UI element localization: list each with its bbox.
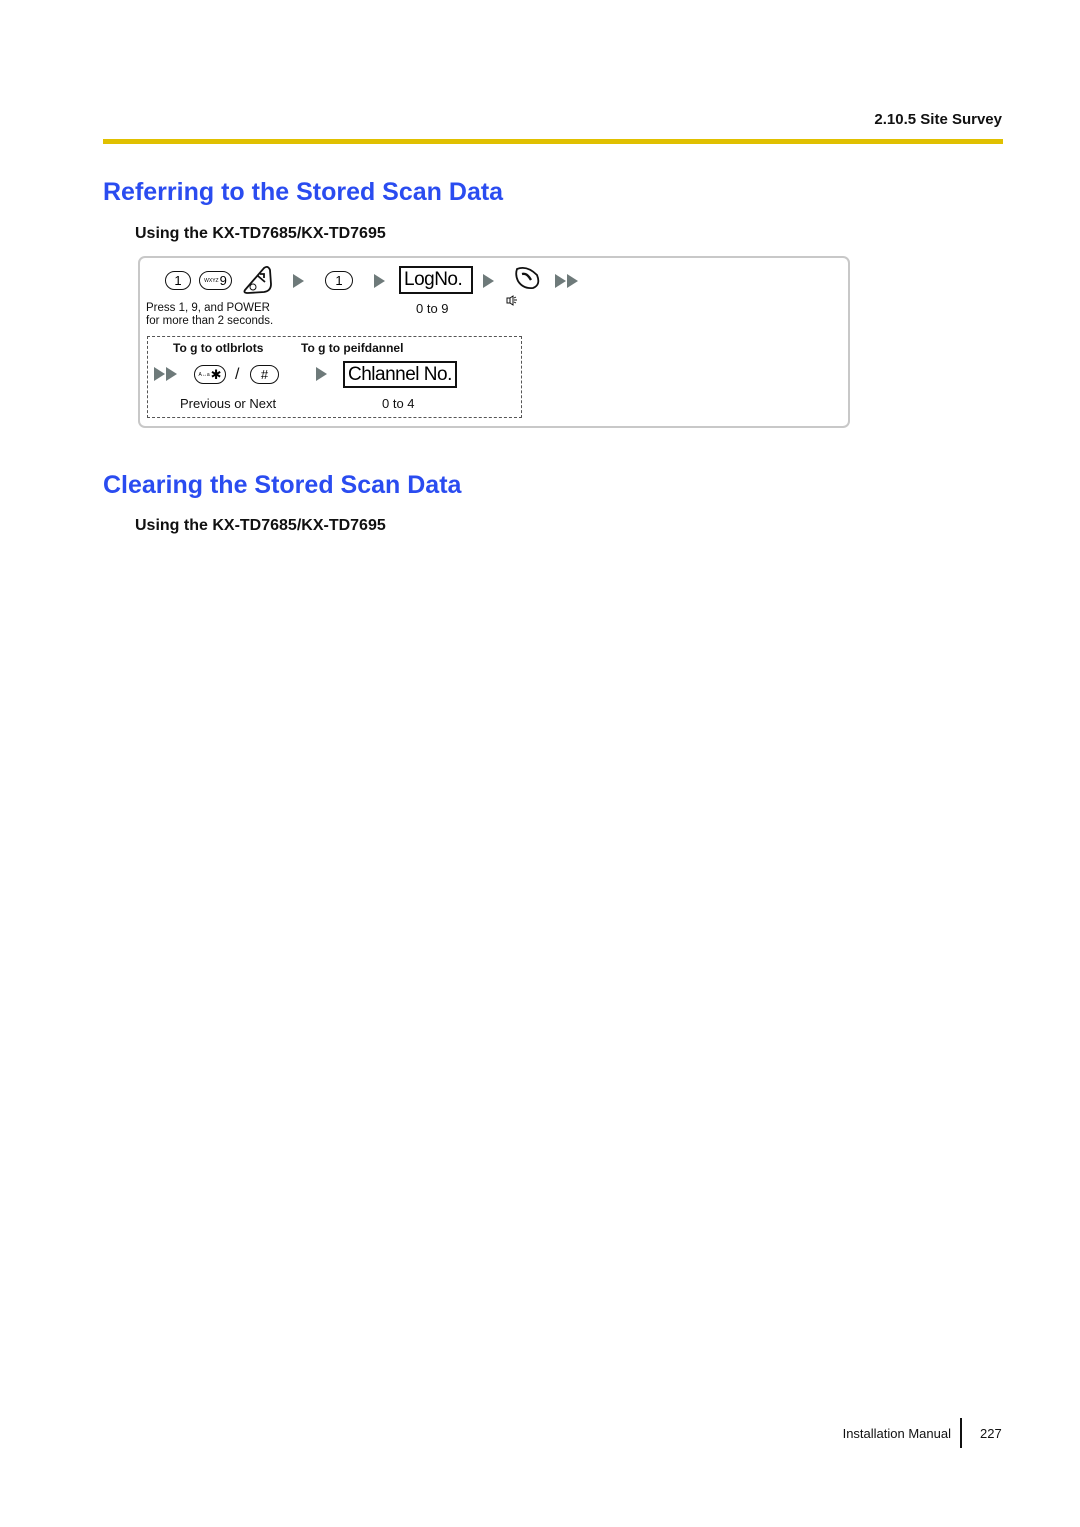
optional-heading-right: To g to peifdannel <box>301 341 404 355</box>
page-number: 227 <box>980 1426 1002 1441</box>
section-label: 2.10.5 Site Survey <box>874 111 1002 128</box>
double-arrow-icon <box>555 274 579 288</box>
optional-caption-left: Previous or Next <box>180 396 277 411</box>
log-no-label: LogNo. <box>404 269 463 290</box>
power-key-icon <box>243 265 272 294</box>
key-separator: / <box>235 366 240 383</box>
arrow-right-icon <box>483 274 494 288</box>
channel-no-range: 0 to 4 <box>382 396 415 411</box>
section-title-clearing: Clearing the Stored Scan Data <box>103 471 462 499</box>
key-hash: # <box>250 365 279 384</box>
speaker-icon <box>506 295 517 306</box>
optional-heading-left: To g to otlbrlots <box>173 341 264 355</box>
key-1: 1 <box>165 271 191 290</box>
section-subtitle-clearing: Using the KX-TD7685/KX-TD7695 <box>135 517 386 534</box>
double-arrow-icon <box>154 367 178 381</box>
step1-caption-line1: Press 1, 9, and POWER <box>146 302 270 314</box>
key-hash-label: # <box>260 367 269 382</box>
talk-key-icon <box>515 266 540 290</box>
channel-no-label: Chlannel No. <box>348 363 452 385</box>
key-9-sub: WXYZ <box>204 277 219 284</box>
channel-no-field: Chlannel No. <box>343 361 457 388</box>
log-no-range: 0 to 9 <box>416 301 449 316</box>
key-1-second: 1 <box>325 271 353 290</box>
arrow-right-icon <box>293 274 304 288</box>
key-1-second-label: 1 <box>335 273 343 288</box>
log-no-field: LogNo. <box>399 266 473 294</box>
key-9: WXYZ 9 <box>199 271 232 290</box>
arrow-right-icon <box>374 274 385 288</box>
key-star-label: ✱ <box>210 366 222 382</box>
key-star-sub: A↔a <box>198 371 210 378</box>
section-title-referring: Referring to the Stored Scan Data <box>103 178 504 206</box>
arrow-right-icon <box>316 367 327 381</box>
key-9-label: 9 <box>219 273 227 288</box>
footer-divider <box>960 1418 962 1448</box>
section-subtitle-referring: Using the KX-TD7685/KX-TD7695 <box>135 225 386 242</box>
key-star: A↔a ✱ <box>194 365 226 384</box>
step1-caption-line2: for more than 2 seconds. <box>146 315 274 327</box>
key-1-label: 1 <box>174 273 182 288</box>
footer-manual-label: Installation Manual <box>842 1426 951 1441</box>
header-rule <box>103 139 1003 144</box>
